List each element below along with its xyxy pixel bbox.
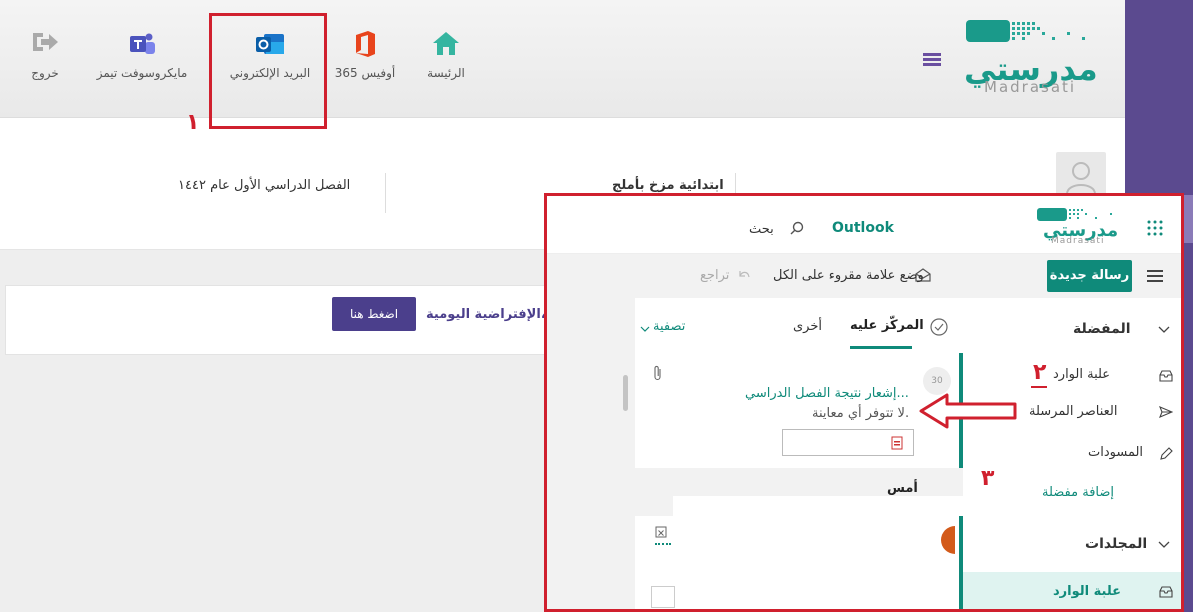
office-icon [320,30,410,58]
term-label: الفصل الدراسي الأول عام ١٤٤٢ [178,178,351,193]
nav-teams-label: مايكروسوفت تيمز [96,66,188,80]
banner-text: الإفتراضية اليومية، [426,307,546,322]
teams-icon [87,30,197,58]
nav-office365[interactable]: أوفيس 365 [320,30,410,80]
portal-header: مدرستي Madrasati الرئيسة أوفيس 365 البري… [0,0,1125,118]
menu-icon[interactable] [923,53,941,67]
nav-logout-label: خروج [31,66,59,80]
school-name: ابتدائية مزخ بأملج [612,178,724,193]
nav-home[interactable]: الرئيسة [401,30,491,80]
logout-icon [10,30,80,58]
nav-home-label: الرئيسة [427,66,465,80]
home-icon [401,30,491,58]
annotation-1: ١ [186,110,200,135]
click-here-button[interactable]: اضغط هنا [332,297,416,331]
logo-latin: Madrasati [984,78,1077,96]
nav-teams[interactable]: مايكروسوفت تيمز [87,30,197,80]
highlight-email-box [209,13,327,129]
highlight-outlook-box [544,193,1184,612]
madrasati-logo: مدرستي Madrasati [962,16,1122,96]
nav-logout[interactable]: خروج [10,30,80,80]
nav-office365-label: أوفيس 365 [334,66,396,80]
